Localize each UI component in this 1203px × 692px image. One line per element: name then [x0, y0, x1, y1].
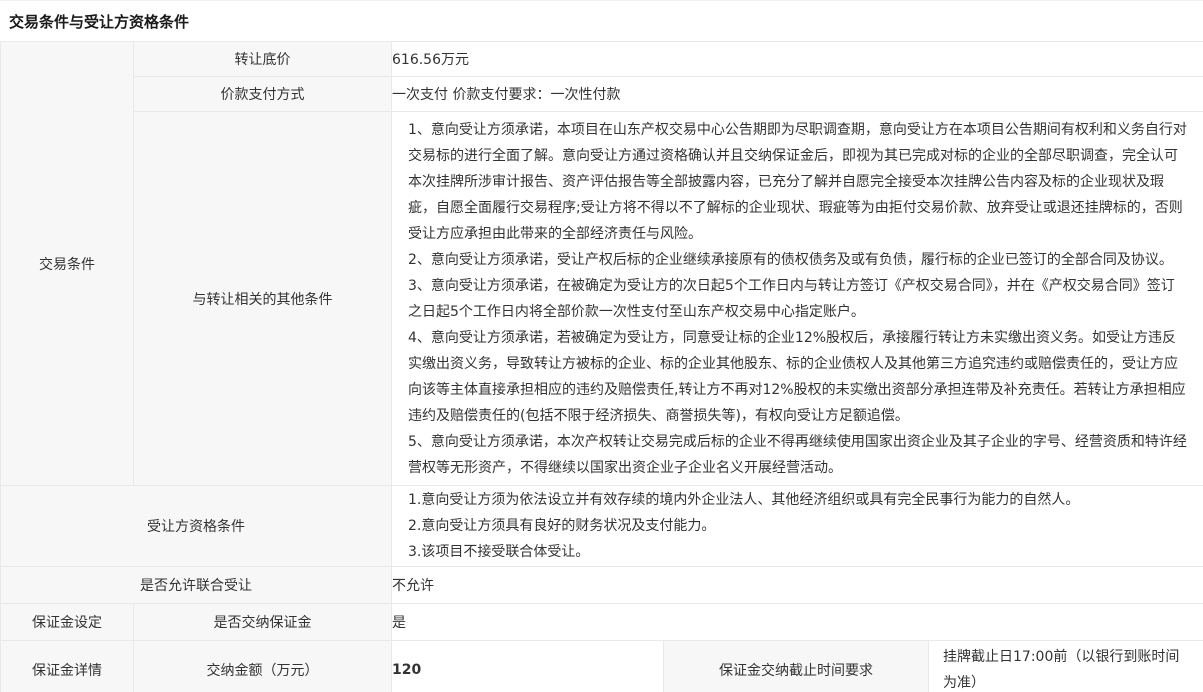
trade-conditions-group-label: 交易条件: [1, 42, 134, 486]
table-row: 是否允许联合受让 不允许: [1, 567, 1203, 604]
transfer-price-label: 转让底价: [134, 42, 392, 77]
joint-transfer-value: 不允许: [392, 567, 1203, 604]
deposit-amount-label: 交纳金额（万元）: [134, 641, 392, 692]
table-row: 保证金设定 是否交纳保证金 是: [1, 604, 1203, 641]
deposit-deadline-value: 挂牌截止日17:00前（以银行到账时间为准）: [929, 641, 1203, 692]
table-row: 价款支付方式 一次支付 价款支付要求：一次性付款: [1, 77, 1203, 112]
deposit-detail-group-label: 保证金详情: [1, 641, 134, 692]
joint-transfer-label: 是否允许联合受让: [1, 567, 392, 604]
deposit-setting-group-label: 保证金设定: [1, 604, 134, 641]
conditions-table: 交易条件 转让底价 616.56万元 价款支付方式 一次支付 价款支付要求：一次…: [0, 41, 1203, 692]
deposit-deadline-label: 保证金交纳截止时间要求: [664, 641, 929, 692]
deposit-amount-value: 120: [392, 641, 664, 692]
qualification-label: 受让方资格条件: [1, 486, 392, 567]
transfer-price-value: 616.56万元: [392, 42, 1203, 77]
section-title: 交易条件与受让方资格条件: [0, 1, 1203, 41]
payment-method-value: 一次支付 价款支付要求：一次性付款: [392, 77, 1203, 112]
payment-method-label: 价款支付方式: [134, 77, 392, 112]
deposit-required-label: 是否交纳保证金: [134, 604, 392, 641]
deposit-required-value: 是: [392, 604, 1203, 641]
qualification-text: 1.意向受让方须为依法设立并有效存续的境内外企业法人、其他经济组织或具有完全民事…: [392, 486, 1203, 567]
table-row: 受让方资格条件 1.意向受让方须为依法设立并有效存续的境内外企业法人、其他经济组…: [1, 486, 1203, 567]
table-row: 交易条件 转让底价 616.56万元: [1, 42, 1203, 77]
listing-conditions-section: 交易条件与受让方资格条件 交易条件 转让底价 616.56万元 价款支付方式 一…: [0, 0, 1203, 692]
table-row: 与转让相关的其他条件 1、意向受让方须承诺，本项目在山东产权交易中心公告期即为尽…: [1, 112, 1203, 486]
table-row: 保证金详情 交纳金额（万元） 120 保证金交纳截止时间要求 挂牌截止日17:0…: [1, 641, 1203, 692]
other-conditions-text: 1、意向受让方须承诺，本项目在山东产权交易中心公告期即为尽职调查期，意向受让方在…: [392, 112, 1203, 486]
other-conditions-label: 与转让相关的其他条件: [134, 112, 392, 486]
